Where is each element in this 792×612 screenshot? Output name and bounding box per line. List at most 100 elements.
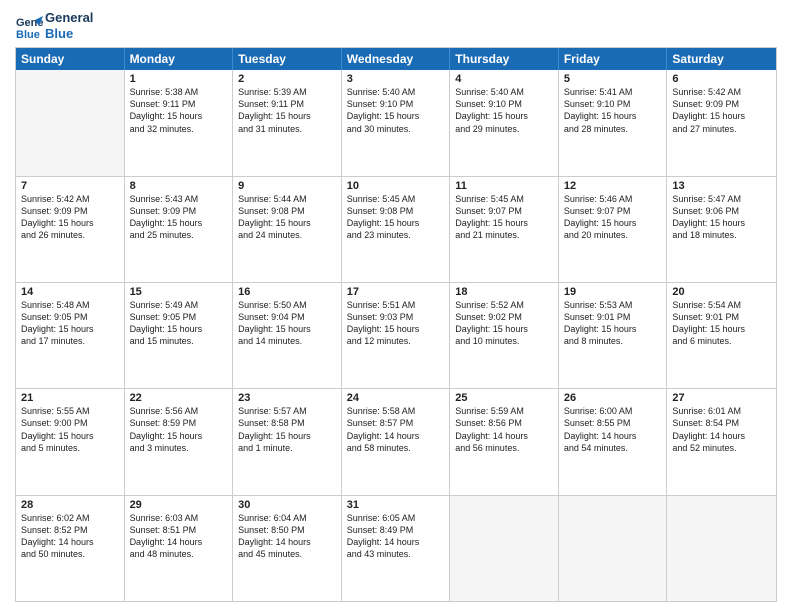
calendar-cell: 8Sunrise: 5:43 AMSunset: 9:09 PMDaylight…: [125, 177, 234, 282]
cell-line: Sunrise: 5:59 AM: [455, 405, 553, 417]
cell-line: Sunset: 8:50 PM: [238, 524, 336, 536]
page: General Blue General Blue SundayMondayTu…: [0, 0, 792, 612]
day-number: 10: [347, 180, 445, 192]
day-number: 30: [238, 499, 336, 511]
day-number: 31: [347, 499, 445, 511]
calendar-cell: 22Sunrise: 5:56 AMSunset: 8:59 PMDayligh…: [125, 389, 234, 494]
calendar-cell: 11Sunrise: 5:45 AMSunset: 9:07 PMDayligh…: [450, 177, 559, 282]
cell-line: Daylight: 15 hours: [455, 110, 553, 122]
cell-line: Daylight: 15 hours: [347, 217, 445, 229]
cell-line: Sunrise: 6:03 AM: [130, 512, 228, 524]
cell-line: Sunset: 9:09 PM: [21, 205, 119, 217]
cell-line: and 20 minutes.: [564, 229, 662, 241]
calendar-cell: 13Sunrise: 5:47 AMSunset: 9:06 PMDayligh…: [667, 177, 776, 282]
cell-line: Sunset: 8:55 PM: [564, 417, 662, 429]
cell-line: Sunrise: 5:43 AM: [130, 193, 228, 205]
calendar-week-3: 14Sunrise: 5:48 AMSunset: 9:05 PMDayligh…: [16, 283, 776, 389]
cell-line: Sunset: 9:11 PM: [238, 98, 336, 110]
header: General Blue General Blue: [15, 10, 777, 41]
cell-line: Sunrise: 5:45 AM: [455, 193, 553, 205]
cell-line: and 58 minutes.: [347, 442, 445, 454]
day-number: 2: [238, 73, 336, 85]
day-number: 18: [455, 286, 553, 298]
cell-line: Sunrise: 5:42 AM: [21, 193, 119, 205]
cell-line: Daylight: 14 hours: [347, 536, 445, 548]
cell-line: and 25 minutes.: [130, 229, 228, 241]
cell-line: Daylight: 15 hours: [238, 110, 336, 122]
cell-line: and 15 minutes.: [130, 335, 228, 347]
day-number: 6: [672, 73, 771, 85]
cell-line: and 23 minutes.: [347, 229, 445, 241]
calendar-cell: 28Sunrise: 6:02 AMSunset: 8:52 PMDayligh…: [16, 496, 125, 601]
cell-line: Sunset: 9:02 PM: [455, 311, 553, 323]
cell-line: and 56 minutes.: [455, 442, 553, 454]
cell-line: Sunset: 9:09 PM: [130, 205, 228, 217]
cell-line: Sunrise: 5:53 AM: [564, 299, 662, 311]
cell-line: Sunset: 8:58 PM: [238, 417, 336, 429]
calendar-cell: 10Sunrise: 5:45 AMSunset: 9:08 PMDayligh…: [342, 177, 451, 282]
cell-line: Sunrise: 5:58 AM: [347, 405, 445, 417]
calendar-cell: 21Sunrise: 5:55 AMSunset: 9:00 PMDayligh…: [16, 389, 125, 494]
cell-line: and 30 minutes.: [347, 123, 445, 135]
cell-line: and 26 minutes.: [21, 229, 119, 241]
calendar-cell: [450, 496, 559, 601]
day-number: 26: [564, 392, 662, 404]
calendar-week-1: 1Sunrise: 5:38 AMSunset: 9:11 PMDaylight…: [16, 70, 776, 176]
calendar-cell: 2Sunrise: 5:39 AMSunset: 9:11 PMDaylight…: [233, 70, 342, 175]
cell-line: Daylight: 15 hours: [21, 217, 119, 229]
calendar-cell: 5Sunrise: 5:41 AMSunset: 9:10 PMDaylight…: [559, 70, 668, 175]
cell-line: Sunrise: 6:04 AM: [238, 512, 336, 524]
cell-line: Daylight: 15 hours: [130, 110, 228, 122]
cell-line: Daylight: 14 hours: [455, 430, 553, 442]
calendar-cell: 27Sunrise: 6:01 AMSunset: 8:54 PMDayligh…: [667, 389, 776, 494]
cell-line: Daylight: 15 hours: [130, 323, 228, 335]
day-header-saturday: Saturday: [667, 48, 776, 70]
day-number: 28: [21, 499, 119, 511]
day-number: 7: [21, 180, 119, 192]
calendar-cell: 16Sunrise: 5:50 AMSunset: 9:04 PMDayligh…: [233, 283, 342, 388]
cell-line: Sunrise: 5:50 AM: [238, 299, 336, 311]
cell-line: Daylight: 15 hours: [238, 430, 336, 442]
cell-line: and 14 minutes.: [238, 335, 336, 347]
cell-line: Sunrise: 6:02 AM: [21, 512, 119, 524]
calendar-cell: 7Sunrise: 5:42 AMSunset: 9:09 PMDaylight…: [16, 177, 125, 282]
cell-line: Daylight: 15 hours: [564, 323, 662, 335]
cell-line: Sunrise: 5:39 AM: [238, 86, 336, 98]
logo-line2: Blue: [45, 26, 93, 42]
cell-line: Sunset: 9:09 PM: [672, 98, 771, 110]
cell-line: Sunset: 8:57 PM: [347, 417, 445, 429]
cell-line: Sunrise: 5:38 AM: [130, 86, 228, 98]
day-header-monday: Monday: [125, 48, 234, 70]
day-number: 27: [672, 392, 771, 404]
svg-text:Blue: Blue: [16, 29, 40, 40]
cell-line: Sunrise: 5:40 AM: [347, 86, 445, 98]
calendar-cell: 24Sunrise: 5:58 AMSunset: 8:57 PMDayligh…: [342, 389, 451, 494]
calendar-cell: [16, 70, 125, 175]
cell-line: Daylight: 15 hours: [21, 430, 119, 442]
calendar-header: SundayMondayTuesdayWednesdayThursdayFrid…: [16, 48, 776, 70]
calendar-cell: 29Sunrise: 6:03 AMSunset: 8:51 PMDayligh…: [125, 496, 234, 601]
cell-line: and 28 minutes.: [564, 123, 662, 135]
calendar-cell: 25Sunrise: 5:59 AMSunset: 8:56 PMDayligh…: [450, 389, 559, 494]
cell-line: Sunset: 9:01 PM: [564, 311, 662, 323]
cell-line: and 31 minutes.: [238, 123, 336, 135]
calendar-body: 1Sunrise: 5:38 AMSunset: 9:11 PMDaylight…: [16, 70, 776, 601]
cell-line: Sunrise: 5:41 AM: [564, 86, 662, 98]
cell-line: Daylight: 14 hours: [347, 430, 445, 442]
cell-line: Daylight: 14 hours: [21, 536, 119, 548]
cell-line: and 48 minutes.: [130, 548, 228, 560]
cell-line: and 12 minutes.: [347, 335, 445, 347]
cell-line: and 18 minutes.: [672, 229, 771, 241]
cell-line: Daylight: 15 hours: [672, 110, 771, 122]
cell-line: Daylight: 14 hours: [238, 536, 336, 548]
calendar-cell: 17Sunrise: 5:51 AMSunset: 9:03 PMDayligh…: [342, 283, 451, 388]
cell-line: Sunrise: 5:49 AM: [130, 299, 228, 311]
cell-line: and 45 minutes.: [238, 548, 336, 560]
cell-line: Daylight: 15 hours: [564, 217, 662, 229]
calendar-week-2: 7Sunrise: 5:42 AMSunset: 9:09 PMDaylight…: [16, 177, 776, 283]
cell-line: Sunrise: 5:48 AM: [21, 299, 119, 311]
calendar-cell: [559, 496, 668, 601]
cell-line: Sunset: 9:05 PM: [21, 311, 119, 323]
cell-line: and 3 minutes.: [130, 442, 228, 454]
cell-line: Daylight: 15 hours: [130, 217, 228, 229]
